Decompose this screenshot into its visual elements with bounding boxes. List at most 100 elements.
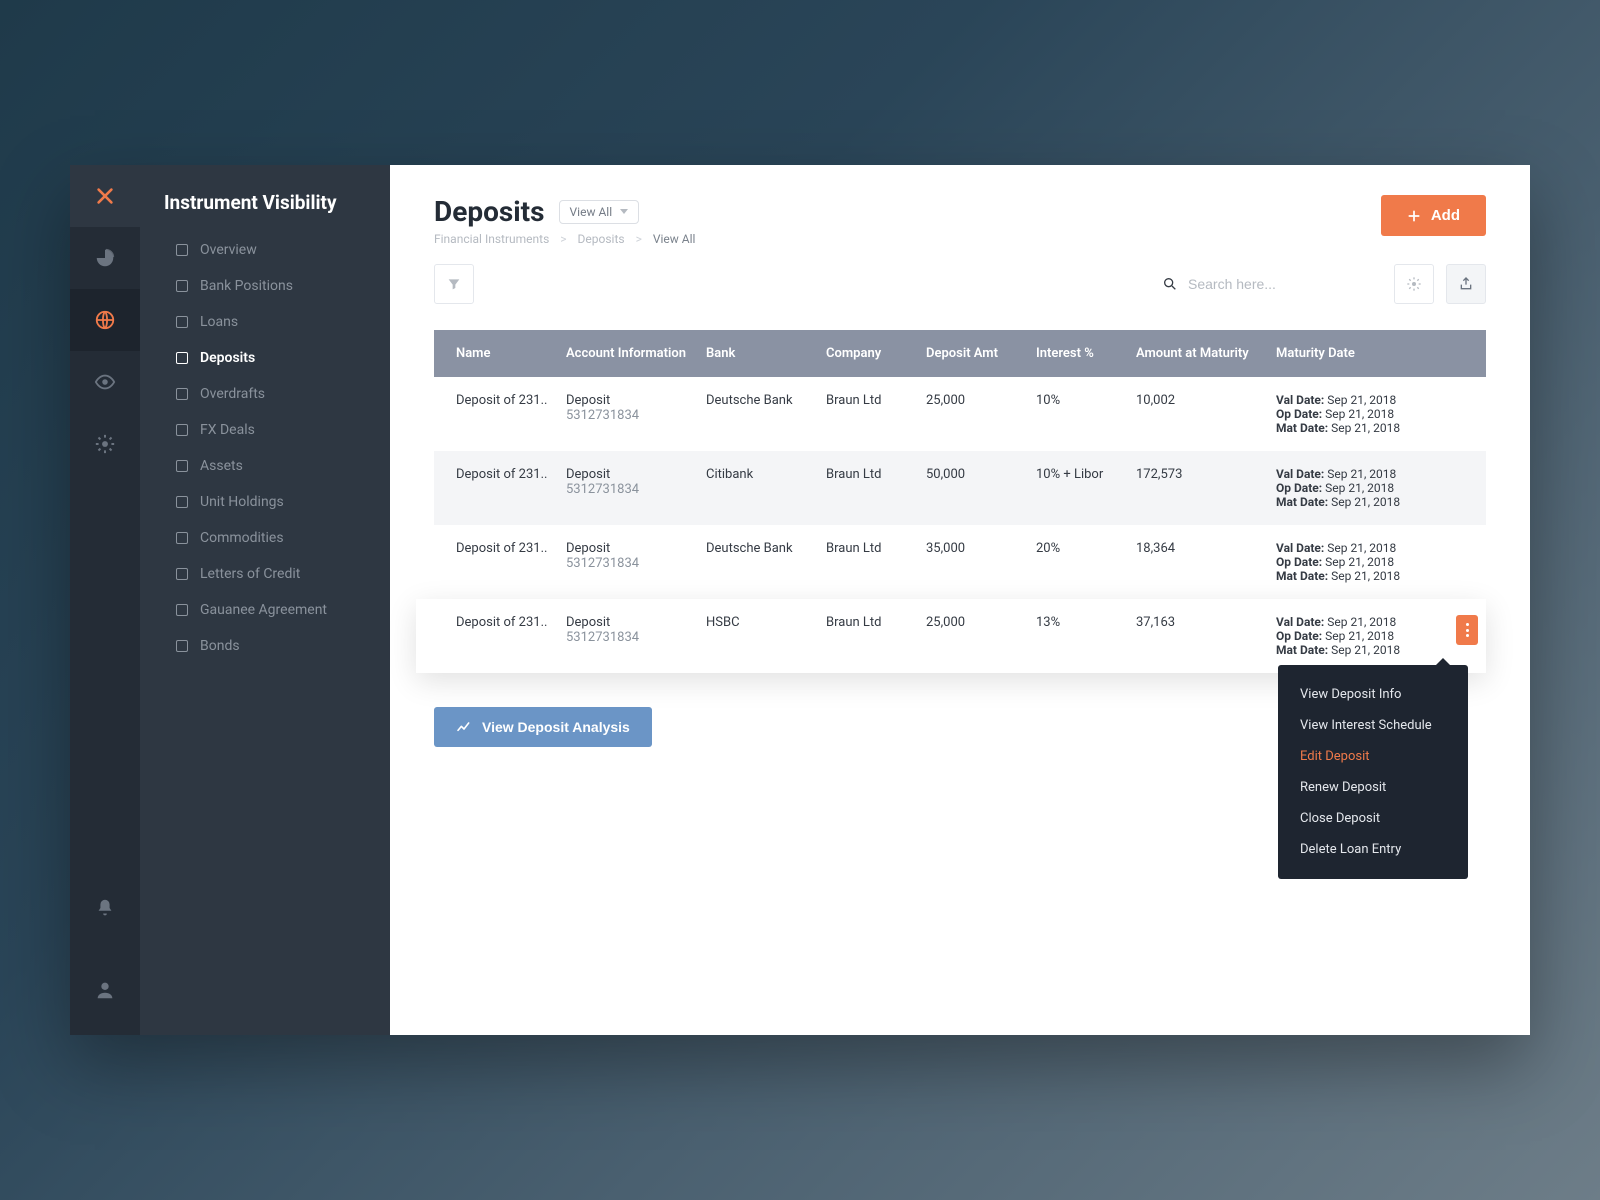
context-menu-item[interactable]: Delete Loan Entry <box>1278 834 1468 865</box>
sidebar-item[interactable]: FX Deals <box>140 412 390 448</box>
square-icon <box>176 496 188 508</box>
app-logo <box>70 165 140 227</box>
add-button[interactable]: Add <box>1381 195 1486 236</box>
table-cell: 25,000 <box>926 615 1036 630</box>
sidebar-item[interactable]: Overview <box>140 232 390 268</box>
share-button[interactable] <box>1446 264 1486 304</box>
sidebar-item[interactable]: Unit Holdings <box>140 484 390 520</box>
viewall-dropdown[interactable]: View All <box>559 200 640 224</box>
context-menu-item[interactable]: View Interest Schedule <box>1278 710 1468 741</box>
context-menu-item[interactable]: View Deposit Info <box>1278 679 1468 710</box>
plus-icon <box>1407 209 1421 223</box>
table-cell: 13% <box>1036 615 1136 630</box>
sidebar-item[interactable]: Loans <box>140 304 390 340</box>
gear-icon <box>1406 276 1422 292</box>
table-header: NameAccount InformationBankCompanyDeposi… <box>434 330 1486 377</box>
deposits-table: NameAccount InformationBankCompanyDeposi… <box>434 330 1486 673</box>
table-cell: 10% + Libor <box>1036 467 1136 482</box>
sidebar-item[interactable]: Bank Positions <box>140 268 390 304</box>
sidebar-item[interactable]: Letters of Credit <box>140 556 390 592</box>
table-row[interactable]: Deposit of 231..Deposit5312731834HSBCBra… <box>416 599 1486 673</box>
table-cell: 20% <box>1036 541 1136 556</box>
rail-item-instruments[interactable] <box>70 289 140 351</box>
column-header[interactable]: Account Information <box>566 346 706 361</box>
context-menu-item[interactable]: Renew Deposit <box>1278 772 1468 803</box>
sidebar-item[interactable]: Deposits <box>140 340 390 376</box>
table-cell: 10,002 <box>1136 393 1276 408</box>
row-more-button[interactable] <box>1456 615 1478 645</box>
table-cell: Deposit of 231.. <box>456 541 566 556</box>
table-cell: 35,000 <box>926 541 1036 556</box>
sidebar-item-label: Loans <box>200 314 238 330</box>
context-menu-item[interactable]: Close Deposit <box>1278 803 1468 834</box>
rail-item-charts[interactable] <box>70 227 140 289</box>
column-header[interactable]: Name <box>456 346 566 361</box>
table-cell: Deposit of 231.. <box>456 615 566 630</box>
square-icon <box>176 460 188 472</box>
context-menu-item[interactable]: Edit Deposit <box>1278 741 1468 772</box>
globe-icon <box>94 309 116 331</box>
filter-button[interactable] <box>434 264 474 304</box>
breadcrumb: Financial Instruments > Deposits > View … <box>434 232 695 246</box>
table-cell: Val Date: Sep 21, 2018Op Date: Sep 21, 2… <box>1276 467 1456 509</box>
gear-icon <box>94 433 116 455</box>
sidebar-item[interactable]: Bonds <box>140 628 390 664</box>
breadcrumb-item[interactable]: Deposits <box>578 232 625 246</box>
search-icon <box>1162 276 1178 292</box>
column-header[interactable]: Company <box>826 346 926 361</box>
icon-rail <box>70 165 140 1035</box>
sidebar-title: Instrument Visibility <box>140 191 390 232</box>
sidebar-item[interactable]: Commodities <box>140 520 390 556</box>
table-cell: Deposit5312731834 <box>566 467 706 497</box>
add-button-label: Add <box>1431 207 1460 224</box>
table-cell: Deposit5312731834 <box>566 541 706 571</box>
rail-item-profile[interactable] <box>70 959 140 1021</box>
search-input[interactable] <box>1188 276 1348 292</box>
column-header[interactable]: Amount at Maturity <box>1136 346 1276 361</box>
viewall-label: View All <box>570 205 613 219</box>
table-row[interactable]: Deposit of 231..Deposit5312731834Deutsch… <box>434 525 1486 599</box>
toolbar-row <box>434 264 1486 304</box>
breadcrumb-item[interactable]: Financial Instruments <box>434 232 549 246</box>
square-icon <box>176 388 188 400</box>
table-cell: Val Date: Sep 21, 2018Op Date: Sep 21, 2… <box>1276 541 1456 583</box>
menu-arrow-icon <box>1436 658 1450 665</box>
sidebar-item-label: Gauanee Agreement <box>200 602 327 618</box>
column-header[interactable]: Deposit Amt <box>926 346 1036 361</box>
column-header[interactable]: Maturity Date <box>1276 346 1456 361</box>
settings-button[interactable] <box>1394 264 1434 304</box>
table-cell: Deposit5312731834 <box>566 615 706 645</box>
sub-sidebar: Instrument Visibility Overview Bank Posit… <box>140 165 390 1035</box>
sidebar-nav-list: Overview Bank Positions Loans DepositsOverd… <box>140 232 390 664</box>
breadcrumb-item-current: View All <box>653 232 696 246</box>
sidebar-item-label: Unit Holdings <box>200 494 284 510</box>
table-row[interactable]: Deposit of 231..Deposit5312731834Citiban… <box>434 451 1486 525</box>
sidebar-item[interactable]: Assets <box>140 448 390 484</box>
table-cell: 25,000 <box>926 393 1036 408</box>
table-cell: 50,000 <box>926 467 1036 482</box>
table-row[interactable]: Deposit of 231..Deposit5312731834Deutsch… <box>434 377 1486 451</box>
eye-icon <box>94 371 116 393</box>
rail-item-notifications[interactable] <box>70 877 140 939</box>
column-header[interactable]: Interest % <box>1036 346 1136 361</box>
table-cell: Val Date: Sep 21, 2018Op Date: Sep 21, 2… <box>1276 615 1456 657</box>
pie-chart-icon <box>94 247 116 269</box>
table-cell: Deposit of 231.. <box>456 467 566 482</box>
sidebar-item-label: Commodities <box>200 530 284 546</box>
sidebar-item[interactable]: Overdrafts <box>140 376 390 412</box>
table-cell: Deposit of 231.. <box>456 393 566 408</box>
table-cell: 18,364 <box>1136 541 1276 556</box>
table-cell: HSBC <box>706 615 826 630</box>
page-header: Deposits View All Financial Instruments … <box>434 195 1486 246</box>
sidebar-item-label: Assets <box>200 458 243 474</box>
square-icon <box>176 244 188 256</box>
sidebar-item[interactable]: Gauanee Agreement <box>140 592 390 628</box>
rail-item-visibility[interactable] <box>70 351 140 413</box>
rail-item-settings[interactable] <box>70 413 140 475</box>
app-shell: Instrument Visibility Overview Bank Posit… <box>70 165 1530 1035</box>
square-icon <box>176 604 188 616</box>
table-cell: 10% <box>1036 393 1136 408</box>
column-header[interactable]: Bank <box>706 346 826 361</box>
view-analysis-button[interactable]: View Deposit Analysis <box>434 707 652 747</box>
sidebar-item-label: Overview <box>200 242 257 258</box>
